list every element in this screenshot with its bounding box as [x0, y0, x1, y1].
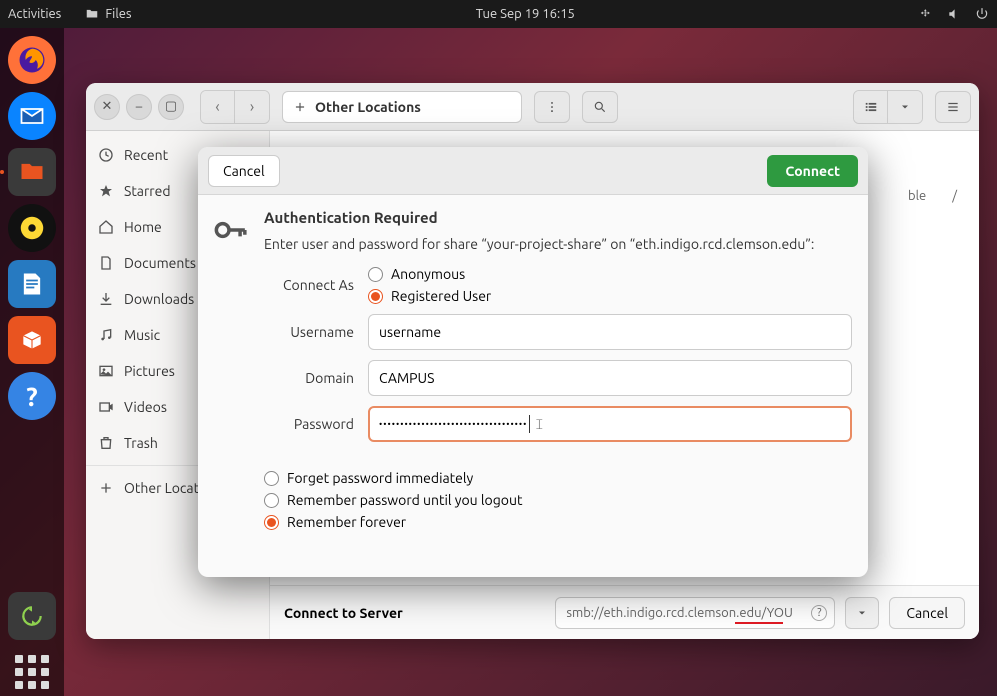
close-button[interactable]: ✕	[94, 94, 120, 120]
server-address-input[interactable]	[555, 597, 835, 629]
folder-icon	[85, 7, 99, 21]
power-icon[interactable]	[975, 7, 989, 21]
dock-firefox[interactable]	[8, 36, 56, 84]
radio-forget-immediately[interactable]: Forget password immediately	[264, 470, 852, 486]
username-input[interactable]	[368, 314, 852, 350]
dock-help[interactable]: ?	[8, 372, 56, 420]
radio-remember-forever[interactable]: Remember forever	[264, 514, 852, 530]
titlebar: ✕ – ▢ ‹ › Other Locations	[86, 83, 979, 131]
view-dropdown[interactable]	[888, 91, 922, 123]
key-icon	[210, 209, 252, 561]
connect-cancel-button[interactable]: Cancel	[889, 597, 965, 629]
dialog-title: Authentication Required	[264, 209, 852, 226]
dock-thunderbird[interactable]	[8, 92, 56, 140]
dock-libreoffice-writer[interactable]	[8, 260, 56, 308]
radio-registered-user[interactable]: Registered User	[368, 288, 491, 304]
dialog-cancel-button[interactable]: Cancel	[208, 155, 280, 187]
domain-input[interactable]	[368, 360, 852, 396]
radio-remember-logout[interactable]: Remember password until you logout	[264, 492, 852, 508]
dock: ?	[0, 28, 64, 696]
help-icon[interactable]: ?	[811, 605, 827, 621]
top-panel: Activities Files Tue Sep 19 16:15	[0, 0, 997, 28]
back-button[interactable]: ‹	[201, 91, 235, 123]
dialog-header: Cancel Connect	[198, 147, 868, 195]
plus-icon	[293, 100, 307, 114]
network-icon[interactable]	[919, 7, 933, 21]
app-indicator[interactable]: Files	[85, 7, 131, 21]
username-label: Username	[264, 324, 354, 340]
activities-button[interactable]: Activities	[8, 7, 61, 21]
dock-show-apps[interactable]	[8, 648, 56, 696]
volume-icon[interactable]	[947, 7, 961, 21]
server-history-dropdown[interactable]	[845, 597, 879, 629]
dock-rhythmbox[interactable]	[8, 204, 56, 252]
kebab-menu[interactable]	[534, 91, 570, 123]
text-cursor	[529, 415, 530, 433]
connect-label: Connect to Server	[284, 605, 403, 621]
connect-as-label: Connect As	[264, 277, 354, 293]
list-view-button[interactable]	[854, 91, 888, 123]
auth-dialog: Cancel Connect Authentication Required E…	[198, 147, 868, 577]
password-label: Password	[264, 416, 354, 432]
radio-anonymous[interactable]: Anonymous	[368, 266, 491, 282]
dock-files[interactable]	[8, 148, 56, 196]
connect-to-server-bar: Connect to Server ? Cancel	[270, 585, 979, 639]
forward-button[interactable]: ›	[235, 91, 269, 123]
path-bar[interactable]: Other Locations	[282, 91, 522, 123]
maximize-button[interactable]: ▢	[158, 94, 184, 120]
ibeam-cursor-icon: 𝙸	[534, 416, 544, 433]
clock[interactable]: Tue Sep 19 16:15	[132, 7, 919, 21]
dock-ubuntu-software[interactable]	[8, 316, 56, 364]
dialog-connect-button[interactable]: Connect	[767, 155, 858, 187]
dock-trash[interactable]	[8, 592, 56, 640]
password-input[interactable]: ••••••••••••••••••••••••••••••••••• 𝙸	[368, 406, 852, 442]
spell-underline	[735, 622, 783, 624]
hamburger-menu[interactable]	[935, 91, 971, 123]
domain-label: Domain	[264, 370, 354, 386]
dialog-subtitle: Enter user and password for share “your-…	[264, 236, 852, 252]
minimize-button[interactable]: –	[126, 94, 152, 120]
search-button[interactable]	[582, 91, 618, 123]
